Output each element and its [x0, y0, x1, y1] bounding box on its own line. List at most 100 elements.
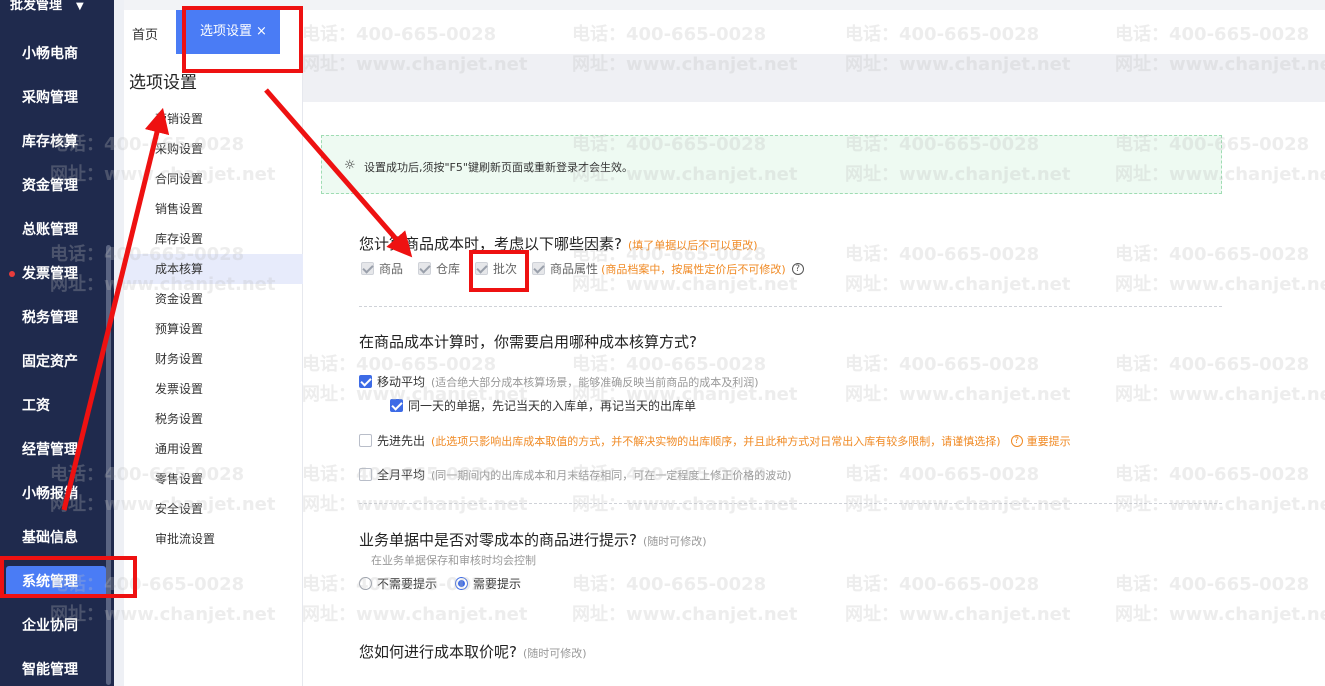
option-monthly-average[interactable]: 全月平均 (同一期间内的出库成本和月末结存相同，可在一定程度上修正价格的波动) — [359, 466, 792, 483]
radio-prompt-circle[interactable] — [455, 577, 469, 590]
nav-item-expense[interactable]: 小畅报销 — [0, 478, 114, 510]
menu-item-finance[interactable]: 财务设置 — [124, 344, 303, 374]
checkbox-same-day[interactable] — [390, 399, 403, 412]
nav-item-collaboration[interactable]: 企业协同 — [0, 610, 114, 642]
highlight-box-batch — [469, 250, 529, 292]
watermark-site: 网址：www.chanjet.net — [1115, 604, 1325, 625]
watermark-phone: 电话：400-665-0028 — [1115, 574, 1310, 595]
option-moving-average[interactable]: 移动平均 (适合绝大部分成本核算场景，能够准确反映当前商品的成本及利润) — [359, 373, 759, 390]
menu-item-security[interactable]: 安全设置 — [124, 494, 303, 524]
tab-home[interactable]: 首页 — [132, 24, 158, 43]
tabs-bar: 首页 选项设置 × — [124, 10, 1325, 54]
nav-item-label: 基础信息 — [22, 530, 78, 546]
nav-item-invoice[interactable]: 发票管理 — [0, 258, 114, 290]
radio-label: 不需要提示 — [377, 577, 438, 591]
menu-item-costing[interactable]: 成本核算 — [124, 254, 303, 284]
menu-item-approval-flow[interactable]: 审批流设置 — [124, 524, 303, 554]
watermark-phone: 电话：400-665-0028 — [572, 574, 767, 595]
checkbox-goods[interactable] — [361, 262, 374, 275]
option-note: (适合绝大部分成本核算场景，能够准确反映当前商品的成本及利润) — [431, 375, 759, 389]
watermark-site: 网址：www.chanjet.net — [1115, 274, 1325, 295]
fifo-warning: (此选项只影响出库成本取值的方式，并不解决实物的出库顺序，并且此种方式对日常出入… — [431, 434, 1001, 448]
top-strip — [124, 0, 1325, 10]
watermark-phone: 电话：400-665-0028 — [845, 574, 1040, 595]
q1-title-row: 您计算商品成本时，考虑以下哪些因素? (填了单据以后不可以更改) — [359, 233, 758, 254]
menu-item-sales[interactable]: 销售设置 — [124, 194, 303, 224]
q3-sub: 在业务单据保存和审核时均会控制 — [371, 552, 536, 568]
watermark-phone: 电话：400-665-0028 — [1115, 354, 1310, 375]
watermark-site: 网址：www.chanjet.net — [1115, 384, 1325, 405]
nav-item-tax[interactable]: 税务管理 — [0, 302, 114, 334]
menu-item-funds[interactable]: 资金设置 — [124, 284, 303, 314]
option-label: 全月平均 — [377, 468, 426, 482]
header-band — [303, 54, 1325, 102]
important-tip-link[interactable]: 重要提示 — [1027, 433, 1071, 449]
q4-title: 您如何进行成本取价呢? — [359, 643, 517, 661]
menu-item-invoice[interactable]: 发票设置 — [124, 374, 303, 404]
q4-note: (随时可修改) — [522, 647, 587, 660]
menu-item-marketing[interactable]: 营销设置 — [124, 104, 303, 134]
menu-item-inventory[interactable]: 库存设置 — [124, 224, 303, 254]
notice-text: 设置成功后,须按"F5"键刷新页面或重新登录才会生效。 — [364, 161, 633, 174]
nav-item-payroll[interactable]: 工资 — [0, 390, 114, 422]
checkbox-fifo[interactable] — [359, 434, 372, 447]
radio-no-prompt-circle[interactable] — [359, 577, 372, 590]
nav-item-inventory-costing[interactable]: 库存核算 — [0, 126, 114, 158]
nav-item-general-ledger[interactable]: 总账管理 — [0, 214, 114, 246]
q4-title-row: 您如何进行成本取价呢? (随时可修改) — [359, 641, 587, 662]
checkbox-warehouse[interactable] — [418, 262, 432, 275]
q3-title-row: 业务单据中是否对零成本的商品进行提示? (随时可修改) — [359, 529, 707, 550]
option-note: (同一期间内的出库成本和月末结存相同，可在一定程度上修正价格的波动) — [431, 468, 792, 482]
option-warehouse[interactable]: 仓库 — [418, 260, 460, 277]
menu-item-budget[interactable]: 预算设置 — [124, 314, 303, 344]
notice-banner: ☼ 设置成功后,须按"F5"键刷新页面或重新登录才会生效。 — [321, 135, 1222, 194]
q1-note: (填了单据以后不可以更改) — [627, 239, 758, 252]
divider — [359, 503, 1222, 504]
nav-item-funds[interactable]: 资金管理 — [0, 170, 114, 202]
nav-item-fixed-assets[interactable]: 固定资产 — [0, 346, 114, 378]
nav-item-smart-management[interactable]: 智能管理 — [0, 654, 114, 686]
radio-no-prompt[interactable]: 不需要提示 — [359, 575, 437, 592]
q3-subtext: 在业务单据保存和审核时均会控制 — [371, 554, 536, 567]
option-label: 仓库 — [436, 262, 461, 276]
nav-scrollbar[interactable] — [106, 245, 111, 685]
nav-item-xiaochang-ecommerce[interactable]: 小畅电商 — [0, 38, 114, 70]
watermark-site: 网址：www.chanjet.net — [845, 384, 1071, 405]
menu-item-purchase[interactable]: 采购设置 — [124, 134, 303, 164]
divider — [359, 306, 1222, 307]
important-tip-icon[interactable]: ? — [1010, 434, 1023, 447]
nav-item-label: 资金管理 — [22, 178, 78, 194]
watermark-site: 网址：www.chanjet.net — [572, 604, 798, 625]
option-same-day[interactable]: 同一天的单据，先记当天的入库单，再记当天的出库单 — [390, 397, 696, 414]
help-icon[interactable]: ? — [791, 262, 804, 275]
option-attribute[interactable]: 商品属性 — [532, 260, 598, 277]
menu-item-retail[interactable]: 零售设置 — [124, 464, 303, 494]
nav-item-label: 工资 — [22, 398, 50, 414]
menu-item-tax[interactable]: 税务设置 — [124, 404, 303, 434]
radio-prompt[interactable]: 需要提示 — [455, 575, 521, 592]
nav-item-label: 小畅报销 — [22, 486, 78, 502]
watermark-phone: 电话：400-665-0028 — [845, 244, 1040, 265]
nav-item-operations[interactable]: 经营管理 — [0, 434, 114, 466]
checkbox-monthly-average[interactable] — [359, 468, 372, 481]
checkbox-moving-average[interactable] — [359, 375, 372, 388]
option-fifo[interactable]: 先进先出 (此选项只影响出库成本取值的方式，并不解决实物的出库顺序，并且此种方式… — [359, 432, 1071, 449]
checkbox-attribute[interactable] — [532, 262, 546, 275]
nav-top-item[interactable]: 批发管理 ▼ — [10, 0, 84, 13]
nav-item-purchase[interactable]: 采购管理 — [0, 82, 114, 114]
watermark-phone: 电话：400-665-0028 — [1115, 244, 1310, 265]
menu-item-contract[interactable]: 合同设置 — [124, 164, 303, 194]
option-goods[interactable]: 商品 — [361, 260, 403, 277]
nav-item-label: 税务管理 — [22, 310, 78, 326]
nav-top-label: 批发管理 — [10, 0, 63, 13]
nav-item-label: 企业协同 — [22, 618, 78, 634]
settings-menu: 选项设置 营销设置 采购设置 合同设置 销售设置 库存设置 成本核算 资金设置 … — [124, 54, 303, 686]
q3-note: (随时可修改) — [642, 535, 707, 548]
watermark-phone: 电话：400-665-0028 — [845, 354, 1040, 375]
nav-item-label: 采购管理 — [22, 90, 78, 106]
highlight-box-system-management — [0, 556, 137, 598]
menu-item-general[interactable]: 通用设置 — [124, 434, 303, 464]
nav-item-basic-info[interactable]: 基础信息 — [0, 522, 114, 554]
nav-item-label: 总账管理 — [22, 222, 78, 238]
q3-options: 不需要提示 需要提示 — [359, 575, 536, 592]
